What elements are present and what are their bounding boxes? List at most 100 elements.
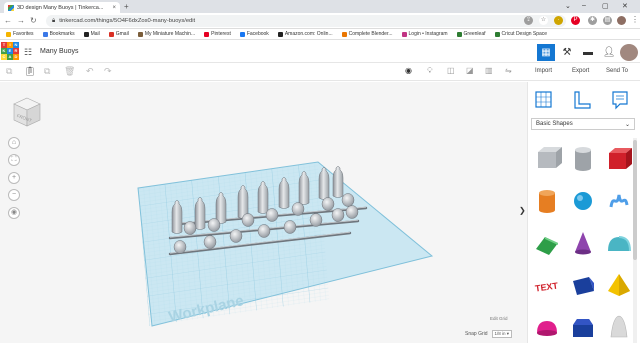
- tinkercad-logo[interactable]: TINKERCAD: [1, 42, 19, 60]
- back-icon[interactable]: ←: [4, 16, 12, 25]
- bookmark-star-icon[interactable]: ☆: [539, 16, 548, 25]
- add-user-icon[interactable]: 👤︎: [600, 44, 618, 61]
- bookmark-machine[interactable]: My Miniature Machin...: [137, 31, 195, 37]
- cylinder-hole-icon: [575, 147, 591, 171]
- 3d-design-view-icon[interactable]: ▦: [537, 44, 555, 61]
- share-icon[interactable]: ⇪: [524, 16, 533, 25]
- export-button[interactable]: Export: [572, 68, 589, 74]
- mirror-icon[interactable]: ⇋: [505, 66, 512, 75]
- close-window-button[interactable]: ✕: [622, 2, 628, 10]
- send-to-button[interactable]: Send To: [606, 68, 628, 74]
- shapes-scrollbar-thumb[interactable]: [633, 140, 637, 260]
- view-cube[interactable]: FRONT: [12, 96, 42, 128]
- bookmark-gmail[interactable]: Gmail: [108, 31, 129, 37]
- bookmark-blender[interactable]: Complete Blender...: [341, 31, 393, 37]
- undo-icon[interactable]: ↶: [86, 66, 94, 77]
- shape-wedge[interactable]: [567, 264, 599, 306]
- float-ball: [265, 208, 279, 222]
- perspective-button[interactable]: ◉: [8, 207, 20, 219]
- briefcase-icon[interactable]: ▬: [579, 44, 597, 61]
- reading-list-icon[interactable]: ▤: [603, 16, 612, 25]
- bookmark-greenleaf[interactable]: Greenleaf: [456, 31, 486, 37]
- bookmark-star[interactable]: Bookmarks: [42, 31, 75, 37]
- shape-box[interactable]: [603, 138, 635, 180]
- pinterest-icon: [204, 31, 210, 37]
- blocks-icon[interactable]: ⚒: [558, 44, 576, 61]
- ungroup-icon[interactable]: ◪: [466, 66, 474, 75]
- shape-cylinder[interactable]: [531, 180, 563, 222]
- redo-icon[interactable]: ↷: [104, 66, 112, 77]
- workplane-tool-icon[interactable]: [535, 90, 553, 110]
- delete-icon[interactable]: 🗑︎: [64, 66, 75, 77]
- shape-box-hole[interactable]: [531, 138, 563, 180]
- float-ball: [183, 221, 197, 235]
- copy-icon[interactable]: ⧉: [6, 66, 12, 77]
- extensions-icon[interactable]: ✱: [588, 16, 597, 25]
- paste-icon[interactable]: 📋︎: [24, 66, 35, 77]
- menu-icon[interactable]: ⋮: [631, 15, 639, 24]
- shape-category-select[interactable]: Basic Shapes ⌄: [531, 118, 635, 130]
- fit-view-button[interactable]: ⛶: [8, 154, 20, 166]
- bookmark-folder[interactable]: Favorites: [6, 31, 34, 37]
- notes-tool-icon[interactable]: [611, 90, 629, 110]
- shape-scribble[interactable]: [603, 180, 635, 222]
- cone-icon: [575, 232, 591, 255]
- shape-roof[interactable]: [531, 222, 563, 264]
- duplicate-icon[interactable]: ⧉: [44, 66, 50, 77]
- shape-round-roof[interactable]: [603, 222, 635, 264]
- tab-search-icon[interactable]: ⌄: [565, 2, 571, 10]
- cylinder-icon: [539, 190, 555, 213]
- workspace-canvas[interactable]: Workplane: [0, 82, 527, 343]
- shape-text[interactable]: TEXT: [531, 264, 563, 306]
- zoom-in-button[interactable]: +: [8, 172, 20, 184]
- panel-collapse-toggle[interactable]: ❯: [519, 206, 526, 215]
- profile-avatar[interactable]: [617, 16, 626, 25]
- chevron-down-icon: ⌄: [624, 121, 630, 128]
- shape-cylinder-hole[interactable]: [567, 138, 599, 180]
- tab-title: 3D design Many Buoys | Tinkerca...: [17, 4, 104, 11]
- new-tab-button[interactable]: +: [124, 2, 129, 11]
- bookmark-facebook[interactable]: Facebook: [239, 31, 269, 37]
- design-name[interactable]: Many Buoys: [40, 48, 79, 55]
- user-avatar[interactable]: [620, 44, 638, 61]
- light-bulb-icon[interactable]: 💡︎: [427, 66, 433, 76]
- folder-icon: [6, 31, 11, 37]
- pyramid-icon: [608, 274, 630, 296]
- zoom-out-button[interactable]: −: [8, 189, 20, 201]
- align-icon[interactable]: ▥: [485, 66, 493, 75]
- extension-icon-1[interactable]: ·: [554, 16, 563, 25]
- minimize-button[interactable]: –: [582, 2, 586, 9]
- design-list-icon[interactable]: ☷: [24, 47, 32, 58]
- bookmark-amazon[interactable]: Amazon.com: Onlin...: [277, 31, 333, 37]
- shape-sphere[interactable]: [567, 180, 599, 222]
- forward-icon[interactable]: →: [17, 16, 25, 25]
- paraboloid-icon: [610, 315, 628, 338]
- edit-grid-button[interactable]: Edit Grid: [490, 316, 508, 321]
- snap-grid-select[interactable]: 1/8 in ▾: [491, 330, 513, 338]
- bookmark-mail[interactable]: Mail: [83, 31, 100, 37]
- shape-paraboloid[interactable]: [603, 306, 635, 348]
- float-ball: [345, 205, 359, 219]
- url-field[interactable]: 🔒︎ tinkercad.com/things/5O4F6dxZos0-many…: [46, 15, 566, 27]
- star-icon: [42, 31, 48, 37]
- bookmark-instagram[interactable]: Login • Instagram: [401, 31, 448, 37]
- shape-polygon[interactable]: [567, 306, 599, 348]
- gmail-icon: [108, 31, 114, 37]
- shape-cone[interactable]: [567, 222, 599, 264]
- maximize-button[interactable]: ▢: [602, 2, 609, 10]
- reload-icon[interactable]: ↻: [30, 16, 37, 25]
- home-view-button[interactable]: ⌂: [8, 137, 20, 149]
- shape-half-sphere[interactable]: [531, 306, 563, 348]
- cricut-icon: [494, 31, 500, 37]
- ruler-tool-icon[interactable]: [573, 90, 591, 110]
- browser-tab[interactable]: 3D design Many Buoys | Tinkerca... ×: [4, 2, 120, 13]
- tab-close-icon[interactable]: ×: [112, 5, 116, 11]
- bookmark-label: Bookmarks: [49, 31, 75, 37]
- shape-pyramid[interactable]: [603, 264, 635, 306]
- pinterest-extension-icon[interactable]: P: [571, 16, 580, 25]
- notes-icon[interactable]: ◉: [405, 66, 412, 75]
- group-icon[interactable]: ◫: [447, 66, 455, 75]
- import-button[interactable]: Import: [535, 68, 552, 74]
- bookmark-cricut[interactable]: Cricut Design Space: [494, 31, 547, 37]
- bookmark-pinterest[interactable]: Pinterest: [204, 31, 231, 37]
